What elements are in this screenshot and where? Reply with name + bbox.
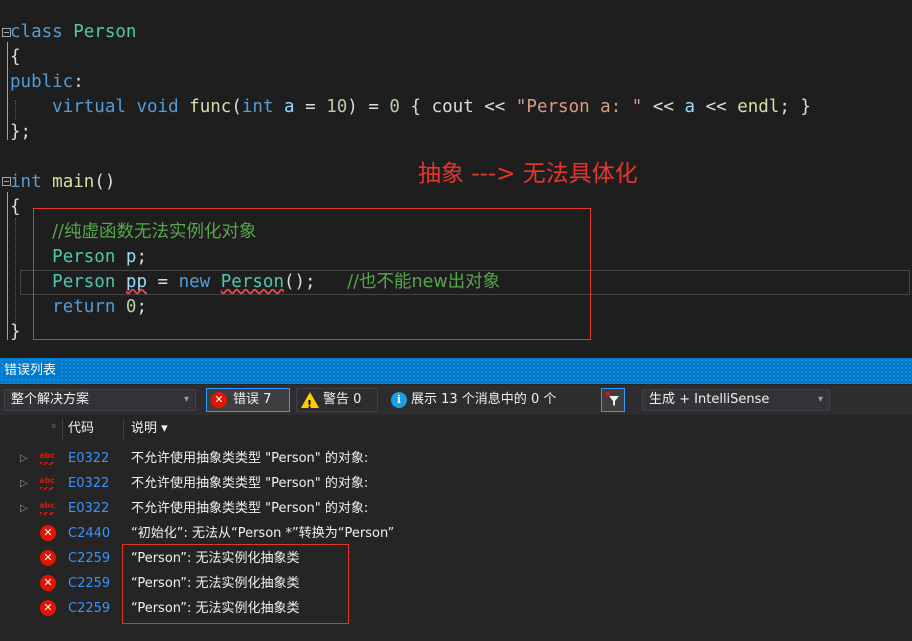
code-line-7: { <box>10 197 21 217</box>
error-list-toolbar: 整个解决方案 ▾ ✕ 错误 7 警告 0 i 展示 13 个消息中的 0 个 生… <box>0 385 912 416</box>
errors-count-label: 错误 7 <box>233 392 272 407</box>
error-description: 不允许使用抽象类类型 "Person" 的对象: <box>131 476 369 491</box>
error-code: E0322 <box>68 476 110 491</box>
error-code: C2259 <box>68 551 111 566</box>
fold-range-class <box>7 42 8 140</box>
grid-header: ⁰ 代码 说明 ▾ <box>0 416 912 442</box>
expand-arrow-icon[interactable]: ▷ <box>20 496 28 521</box>
code-line-2: { <box>10 47 21 67</box>
error-code: C2259 <box>68 576 111 591</box>
panel-title-bar[interactable]: 错误列表 <box>0 358 912 384</box>
error-icon: ✕ <box>40 575 56 591</box>
messages-filter-button[interactable]: i 展示 13 个消息中的 0 个 <box>384 388 590 412</box>
errors-filter-button[interactable]: ✕ 错误 7 <box>206 388 290 412</box>
highlight-box-c2259 <box>122 544 349 624</box>
expand-arrow-icon[interactable]: ▷ <box>20 471 28 496</box>
error-icon: ✕ <box>40 600 56 616</box>
warnings-filter-button[interactable]: 警告 0 <box>296 388 378 416</box>
chevron-down-icon: ▾ <box>817 394 823 405</box>
info-icon: i <box>391 392 407 408</box>
error-row[interactable]: ✕ C2440 “初始化”: 无法从“Person *”转换为“Person” <box>0 521 912 546</box>
warning-icon <box>301 392 319 416</box>
intellisense-error-icon: abc <box>39 452 55 466</box>
error-description: “初始化”: 无法从“Person *”转换为“Person” <box>131 526 395 541</box>
messages-count-label: 展示 13 个消息中的 0 个 <box>411 392 557 407</box>
code-line-1: class Person <box>10 22 137 42</box>
build-filter-dropdown[interactable]: 生成 + IntelliSense ▾ <box>642 389 830 411</box>
scope-dropdown-value: 整个解决方案 <box>11 392 90 407</box>
warnings-count-label: 警告 0 <box>323 392 362 407</box>
error-row[interactable]: ▷ abc E0322 不允许使用抽象类类型 "Person" 的对象: <box>0 471 912 496</box>
error-row[interactable]: ▷ abc E0322 不允许使用抽象类类型 "Person" 的对象: <box>0 496 912 521</box>
sort-indicator-icon: ⁰ <box>52 424 56 434</box>
scope-dropdown[interactable]: 整个解决方案 ▾ <box>4 389 196 411</box>
expand-arrow-icon[interactable]: ▷ <box>20 446 28 471</box>
annotation-text: 抽象 ---> 无法具体化 <box>418 161 638 187</box>
chevron-down-icon: ▾ <box>183 394 189 405</box>
intellisense-error-icon: abc <box>39 502 55 516</box>
code-editor[interactable]: class Person { public: virtual void func… <box>0 0 912 358</box>
code-line-5: }; <box>10 122 32 142</box>
fold-range-main <box>7 192 8 340</box>
error-code: C2440 <box>68 526 111 541</box>
error-code: E0322 <box>68 451 110 466</box>
column-header-description[interactable]: 说明 ▾ <box>131 416 168 442</box>
code-line-3: public: <box>10 72 84 92</box>
error-description: 不允许使用抽象类类型 "Person" 的对象: <box>131 501 369 516</box>
column-separator[interactable] <box>62 419 63 439</box>
error-description: 不允许使用抽象类类型 "Person" 的对象: <box>131 451 369 466</box>
code-line-4: virtual void func(int a = 10) = 0 { cout… <box>52 97 811 117</box>
code-line-6: int main() <box>10 172 116 192</box>
highlight-box-main <box>33 208 591 340</box>
error-code: E0322 <box>68 501 110 516</box>
column-header-code[interactable]: 代码 <box>68 416 94 442</box>
error-icon: ✕ <box>211 392 227 408</box>
error-icon: ✕ <box>40 525 56 541</box>
build-filter-value: 生成 + IntelliSense <box>649 392 770 407</box>
filter-icon <box>605 391 619 406</box>
column-separator[interactable] <box>123 419 124 439</box>
error-list-panel: 错误列表 整个解决方案 ▾ ✕ 错误 7 警告 0 i 展示 13 个消息中的 … <box>0 358 912 641</box>
error-row[interactable]: ▷ abc E0322 不允许使用抽象类类型 "Person" 的对象: <box>0 446 912 471</box>
code-line-12: } <box>10 322 21 342</box>
intellisense-error-icon: abc <box>39 477 55 491</box>
filter-button[interactable] <box>601 388 625 412</box>
error-icon: ✕ <box>40 550 56 566</box>
error-code: C2259 <box>68 601 111 616</box>
panel-title: 错误列表 <box>4 363 61 378</box>
